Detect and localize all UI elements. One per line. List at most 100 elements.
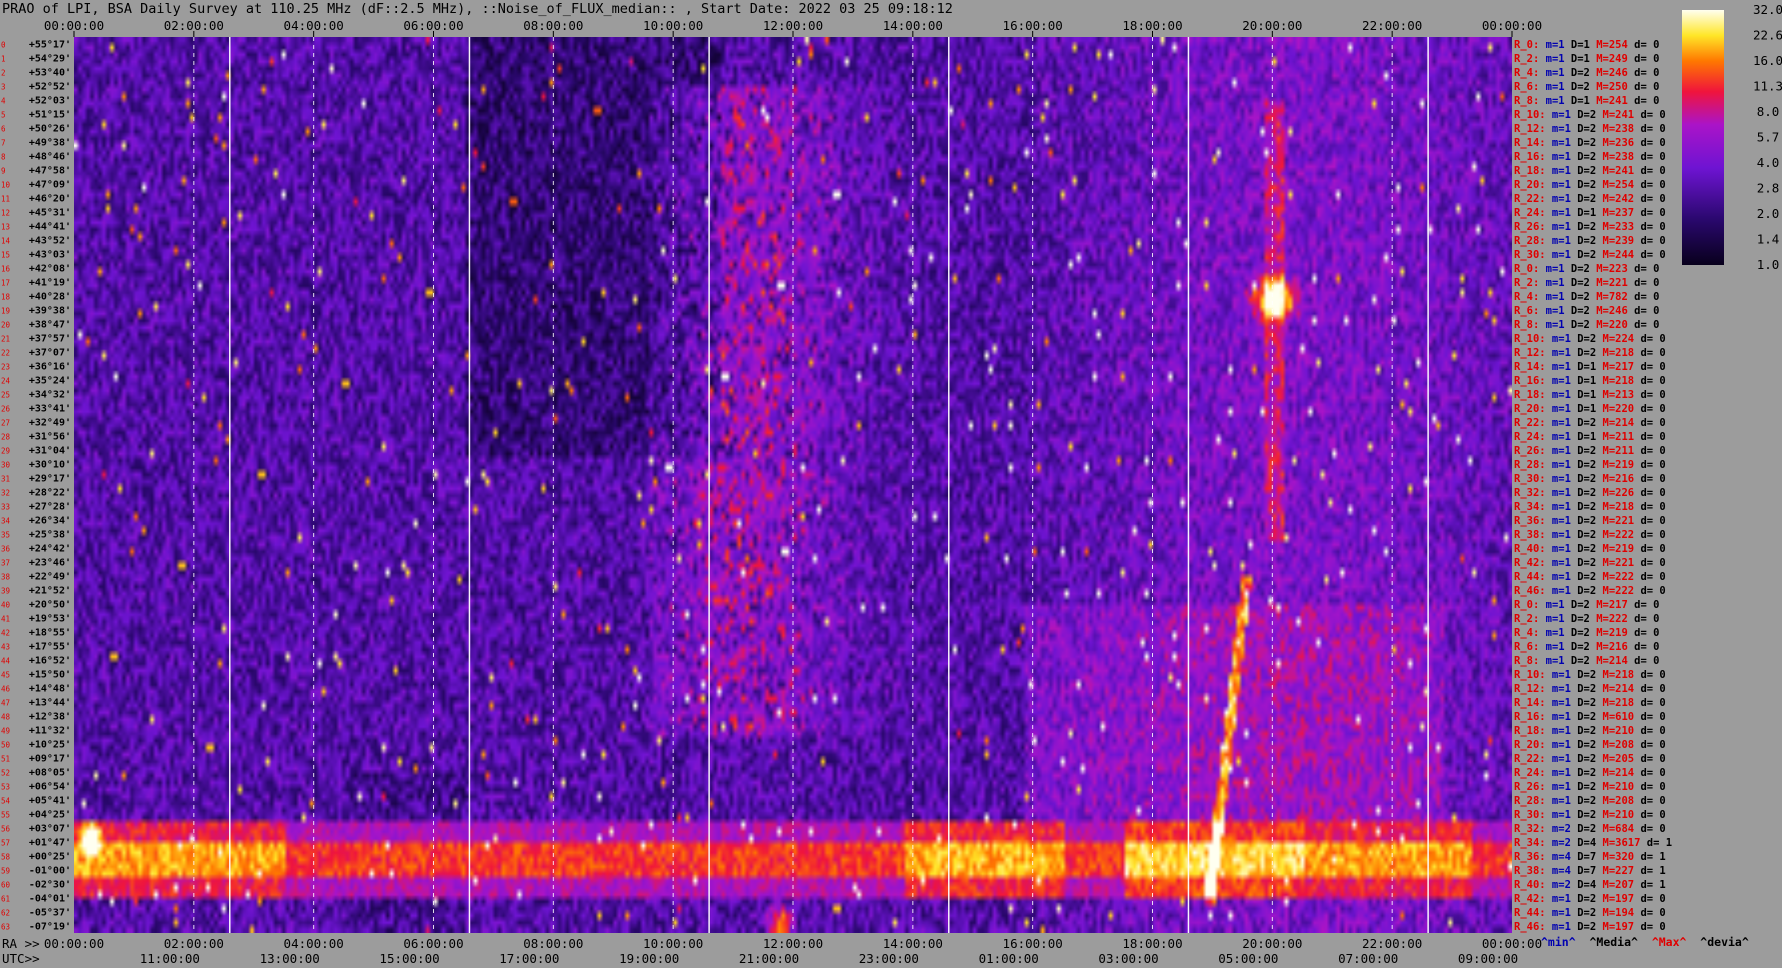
row-index-label: 53 [1,783,10,792]
utc-label: 21:00:00 [739,951,799,966]
declination-label: +47°58' [29,166,71,177]
row-index-label: 16 [1,265,11,274]
declination-label: +10°25' [29,740,71,751]
row-index-label: 47 [1,699,10,708]
ra-label: 02:00:00 [164,936,224,951]
row-index-label: 61 [1,895,10,904]
declination-label: +31°04' [29,446,71,457]
utc-label: 13:00:00 [260,951,320,966]
row-index-axis: 0123456789101112131415161718192021222324… [1,41,11,932]
legend-min: ^min^ [1541,935,1576,949]
utc-label: 03:00:00 [1098,951,1158,966]
row-stat-label: R_12: m=1 D=2 M=214 d= 0 [1514,683,1666,695]
declination-label: +26°34' [29,516,71,527]
utc-label: 11:00:00 [140,951,200,966]
row-stat-label: R_22: m=1 D=2 M=242 d= 0 [1514,193,1666,205]
declination-label: +43°52' [29,236,71,247]
row-stat-label: R_0: m=1 D=1 M=254 d= 0 [1514,39,1659,51]
colorbar-tick-label: 2.8 [1757,181,1780,196]
declination-label: +05°41' [29,796,71,807]
declination-label: +45°31' [29,208,71,219]
ra-label: 10:00:00 [643,936,703,951]
row-index-label: 13 [1,223,10,232]
row-stat-label: R_8: m=1 D=2 M=220 d= 0 [1514,319,1659,331]
row-stat-label: R_44: m=1 D=2 M=222 d= 0 [1514,571,1666,583]
utc-label: 07:00:00 [1338,951,1398,966]
row-index-label: 2 [1,69,6,78]
row-index-label: 54 [1,797,11,806]
declination-label: +50°26' [29,124,71,135]
row-index-label: 25 [1,391,10,400]
row-stat-label: R_24: m=1 D=1 M=237 d= 0 [1514,207,1666,219]
row-index-label: 20 [1,321,11,330]
row-index-label: 30 [1,461,11,470]
row-stat-label: R_4: m=1 D=2 M=246 d= 0 [1514,67,1659,79]
ra-label: 20:00:00 [1242,936,1302,951]
row-index-label: 6 [1,125,6,134]
row-index-label: 59 [1,867,10,876]
row-index-label: 57 [1,839,10,848]
declination-label: +47°09' [29,180,71,191]
colorbar-tick-label: 2.0 [1757,206,1780,221]
top-time-label: 16:00:00 [1003,18,1063,33]
row-index-label: 49 [1,727,10,736]
row-stat-label: R_26: m=1 D=2 M=233 d= 0 [1514,221,1666,233]
row-stat-label: R_18: m=1 D=2 M=241 d= 0 [1514,165,1666,177]
row-index-label: 29 [1,447,10,456]
row-index-label: 0 [1,41,6,50]
colorbar-tick-label: 32.0 [1753,2,1782,17]
row-index-label: 51 [1,755,10,764]
declination-label: +25°38' [29,530,71,541]
row-stat-label: R_16: m=1 D=1 M=218 d= 0 [1514,375,1666,387]
row-stat-label: R_26: m=1 D=2 M=210 d= 0 [1514,781,1666,793]
ra-label: 18:00:00 [1122,936,1182,951]
row-stat-label: R_24: m=1 D=1 M=211 d= 0 [1514,431,1666,443]
declination-label: +39°38' [29,306,71,317]
colorbar-tick-label: 1.4 [1757,232,1780,247]
utc-label: 09:00:00 [1458,951,1518,966]
row-stat-label: R_0: m=1 D=2 M=217 d= 0 [1514,599,1659,611]
row-stat-label: R_14: m=1 D=1 M=217 d= 0 [1514,361,1666,373]
top-time-label: 00:00:00 [44,18,104,33]
row-index-label: 23 [1,363,10,372]
row-stat-label: R_40: m=2 D=4 M=207 d= 1 [1514,879,1666,891]
top-time-axis: 00:00:00 02:00:00 04:00:00 06:00:00 08:00:00… [44,18,1542,37]
row-index-label: 40 [1,601,11,610]
row-index-label: 17 [1,279,10,288]
row-stat-label: R_12: m=1 D=2 M=238 d= 0 [1514,123,1666,135]
declination-label: +43°03' [29,250,71,261]
ra-axis: RA >> 00:00:00 02:00:00 04:00:00 06:00:00 08:… [2,936,1542,951]
declination-label: +22°49' [29,572,71,583]
row-stat-label: R_14: m=1 D=2 M=236 d= 0 [1514,137,1666,149]
row-index-label: 5 [1,111,6,120]
row-index-label: 48 [1,713,11,722]
row-index-label: 24 [1,377,11,386]
top-time-label: 22:00:00 [1362,18,1422,33]
ra-label: 12:00:00 [763,936,823,951]
declination-label: +13°44' [29,698,71,709]
ra-label: 16:00:00 [1003,936,1063,951]
legend: ^min^ ^Media^ ^Max^ ^devia^ [1541,935,1749,949]
declination-label: +01°47' [29,838,71,849]
declination-label: +23°46' [29,558,71,569]
declination-label: +20°50' [29,600,71,611]
row-stat-label: R_14: m=1 D=2 M=218 d= 0 [1514,697,1666,709]
row-index-label: 11 [1,195,10,204]
utc-label: 01:00:00 [979,951,1039,966]
declination-label: +18°55' [29,628,71,639]
colorbar-gradient [1682,10,1724,265]
utc-label: 17:00:00 [499,951,559,966]
declination-label: +54°29' [29,54,71,65]
declination-label: +41°19' [29,278,71,289]
declination-label: +16°52' [29,656,71,667]
declination-label: +34°32' [29,390,71,401]
declination-label: +21°52' [29,586,71,597]
row-stat-label: R_22: m=1 D=2 M=214 d= 0 [1514,417,1666,429]
declination-label: +32°49' [29,418,71,429]
declination-label: +15°50' [29,670,71,681]
row-index-label: 44 [1,657,11,666]
utc-label: 15:00:00 [379,951,439,966]
row-index-label: 7 [1,139,6,148]
row-index-label: 60 [1,881,11,890]
row-index-label: 42 [1,629,10,638]
